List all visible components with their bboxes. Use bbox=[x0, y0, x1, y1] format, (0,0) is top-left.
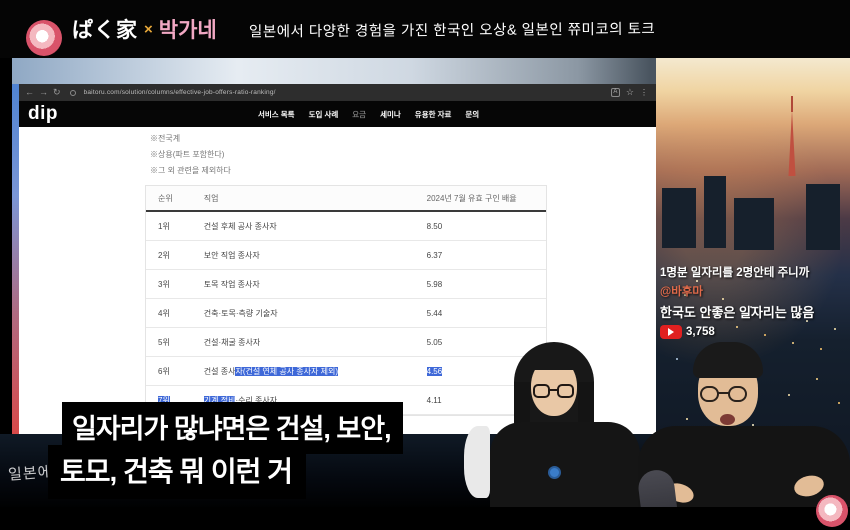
table-row: 4위 건축·토목·측량 기술자 5.44 bbox=[146, 299, 546, 328]
job-text: 건설 종사 bbox=[204, 367, 236, 376]
youtube-badge-icon bbox=[660, 325, 682, 339]
cell-rank: 4위 bbox=[146, 308, 198, 319]
header-job: 직업 bbox=[198, 193, 419, 204]
tokyo-tower bbox=[784, 110, 800, 176]
comment-author: @바후마 bbox=[660, 283, 850, 299]
channel-name-kr: 박가네 bbox=[159, 14, 217, 44]
cell-job: 토목 작업 종사자 bbox=[198, 279, 419, 290]
channel-name-separator: × bbox=[144, 21, 153, 38]
woman-glasses bbox=[557, 384, 574, 398]
video-frame: ← → ↻ baitoru.com/solution/columns/effec… bbox=[0, 0, 850, 530]
man-glasses-bridge bbox=[718, 392, 729, 394]
wallpaper-strip-top bbox=[12, 58, 656, 84]
subtitle-line2: 토모, 건축 뭐 이런 거 bbox=[48, 445, 306, 499]
channel-name-jp: ぱく家 bbox=[72, 14, 138, 44]
building-silhouette bbox=[806, 184, 840, 250]
channel-banner: ぱく家 × 박가네 일본에서 다양한 경험을 가진 한국인 오상& 일본인 쮸미… bbox=[0, 0, 850, 58]
banner-title: ぱく家 × 박가네 일본에서 다양한 경험을 가진 한국인 오상& 일본인 쮸미… bbox=[72, 0, 655, 58]
cell-job: 보안 직업 종사자 bbox=[198, 250, 419, 261]
cell-rank: 1위 bbox=[146, 221, 198, 232]
note-line: ※전국계 bbox=[150, 131, 231, 147]
nav-item-pricing[interactable]: 요금 bbox=[352, 109, 366, 120]
man-hair bbox=[693, 342, 763, 378]
woman-glasses-bridge bbox=[549, 389, 558, 391]
cell-job: 건축·토목·측량 기술자 bbox=[198, 308, 419, 319]
nav-item-seminar[interactable]: 세미나 bbox=[380, 109, 401, 120]
bookmark-icon[interactable]: ☆ bbox=[626, 88, 634, 97]
cell-job: 건설 후체 공사 종사자 bbox=[198, 221, 419, 232]
necklace-pendant bbox=[548, 466, 561, 479]
header-ratio: 2024년 7월 유효 구인 배율 bbox=[419, 193, 546, 204]
play-icon bbox=[668, 328, 674, 336]
site-info-icon[interactable] bbox=[70, 90, 76, 96]
building-silhouette bbox=[662, 188, 696, 248]
cell-ratio: 5.44 bbox=[419, 309, 546, 318]
note-line: ※상용(파트 포함한다) bbox=[150, 147, 231, 163]
site-nav: 서비스 목록 도입 사례 요금 세미나 유용한 자료 문의 bbox=[258, 109, 479, 120]
pinned-comment-overlay: 1명분 일자리를 2명안테 주니까 @바후마 한국도 안좋은 일자리는 많음 3… bbox=[660, 264, 850, 339]
channel-logo-icon bbox=[26, 20, 62, 56]
likes-count: 3,758 bbox=[686, 326, 715, 338]
note-line: ※그 외 관련을 제외하다 bbox=[150, 163, 231, 179]
woman-body bbox=[490, 422, 640, 510]
cell-ratio: 6.37 bbox=[419, 251, 546, 260]
url-bar[interactable]: baitoru.com/solution/columns/effective-j… bbox=[84, 89, 606, 96]
tokyo-tower-antenna bbox=[791, 96, 793, 112]
man-mouth bbox=[720, 414, 735, 425]
nav-item-cases[interactable]: 도입 사례 bbox=[309, 109, 339, 120]
woman-glasses bbox=[533, 384, 550, 398]
cell-ratio: 5.98 bbox=[419, 280, 546, 289]
cell-rank: 5위 bbox=[146, 337, 198, 348]
bottom-letterbox bbox=[0, 507, 850, 530]
dip-logo[interactable]: dip bbox=[28, 103, 58, 125]
table-row: 1위 건설 후체 공사 종사자 8.50 bbox=[146, 212, 546, 241]
host-woman bbox=[478, 342, 648, 510]
ratio-selected: 4.56 bbox=[427, 367, 443, 376]
table-header-row: 순위 직업 2024년 7월 유효 구인 배율 bbox=[146, 186, 546, 212]
wallpaper-strip-left bbox=[12, 84, 19, 434]
watermark-logo-icon bbox=[816, 495, 848, 527]
nav-item-contact[interactable]: 문의 bbox=[465, 109, 479, 120]
nav-item-resources[interactable]: 유용한 자료 bbox=[415, 109, 452, 120]
cell-rank: 3위 bbox=[146, 279, 198, 290]
building-silhouette bbox=[704, 176, 726, 248]
man-glasses bbox=[728, 386, 747, 402]
comment-line1: 1명분 일자리를 2명안테 주니까 bbox=[660, 264, 850, 280]
reload-icon[interactable]: ↻ bbox=[53, 88, 61, 97]
table-row: 3위 토목 작업 종사자 5.98 bbox=[146, 270, 546, 299]
likes-row: 3,758 bbox=[660, 325, 850, 339]
nav-item-services[interactable]: 서비스 목록 bbox=[258, 109, 295, 120]
header-rank: 순위 bbox=[146, 193, 198, 204]
browser-chrome: ← → ↻ baitoru.com/solution/columns/effec… bbox=[19, 84, 656, 101]
cell-job: 건설·채굴 종사자 bbox=[198, 337, 419, 348]
menu-icon[interactable]: ⋮ bbox=[640, 89, 648, 97]
comment-line2: 한국도 안좋은 일자리는 많음 bbox=[660, 302, 850, 321]
building-silhouette bbox=[734, 198, 774, 250]
cell-job: 건설 종사자(건설 연체 공사 종사자 제외) bbox=[198, 366, 419, 377]
job-text-selected: 자(건설 연체 공사 종사자 제외) bbox=[235, 367, 338, 376]
episode-tagline: 일본에서 다양한 경험을 가진 한국인 오상& 일본인 쮸미코의 토크 bbox=[249, 17, 655, 41]
man-glasses bbox=[700, 386, 719, 402]
table-notes: ※전국계 ※상용(파트 포함한다) ※그 외 관련을 제외하다 bbox=[150, 131, 231, 179]
cell-rank: 6위 bbox=[146, 366, 198, 377]
translate-icon[interactable]: A bbox=[611, 88, 620, 97]
city-lights bbox=[656, 58, 658, 60]
table-row: 2위 보안 직업 종사자 6.37 bbox=[146, 241, 546, 270]
forward-icon[interactable]: → bbox=[39, 88, 48, 97]
woman-bangs bbox=[526, 350, 584, 370]
site-header: dip 서비스 목록 도입 사례 요금 세미나 유용한 자료 문의 bbox=[19, 101, 656, 127]
back-icon[interactable]: ← bbox=[25, 88, 34, 97]
cell-ratio: 8.50 bbox=[419, 222, 546, 231]
cell-rank: 2위 bbox=[146, 250, 198, 261]
